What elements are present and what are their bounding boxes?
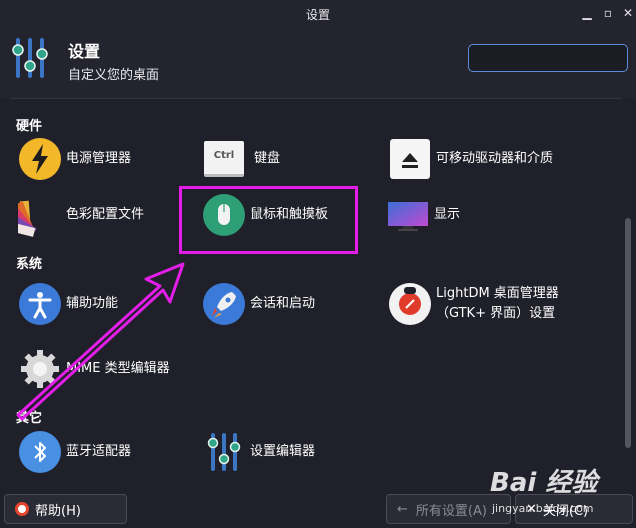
item-label: 设置编辑器 (250, 444, 316, 459)
item-label: 蓝牙适配器 (66, 444, 132, 459)
rocket-icon (202, 282, 246, 326)
item-settings-editor[interactable]: 设置编辑器 (202, 427, 315, 477)
close-button[interactable]: ✕ 关闭(C) (515, 494, 633, 524)
eject-icon (388, 137, 432, 181)
settings-sliders-icon (12, 38, 48, 78)
section-hardware: 硬件 (16, 119, 43, 134)
lightdm-icon (388, 282, 432, 326)
accessibility-icon (18, 282, 62, 326)
gear-icon (18, 347, 62, 391)
item-display[interactable]: 显示 (386, 190, 460, 240)
section-system: 系统 (16, 257, 43, 272)
item-power-manager[interactable]: 电源管理器 (18, 134, 131, 184)
item-label: 会话和启动 (250, 296, 316, 311)
page-title: 设置 (68, 42, 101, 61)
keyboard-key-label: Ctrl (213, 150, 235, 161)
search-input[interactable] (468, 44, 628, 72)
minimize-icon[interactable]: ▁ (578, 4, 596, 22)
maximize-icon[interactable]: ▫ (599, 4, 617, 22)
item-label: 显示 (434, 207, 461, 222)
item-label: MIME 类型编辑器 (66, 361, 170, 376)
item-label: 键盘 (254, 151, 281, 166)
help-button-label: 帮助(H) (35, 503, 81, 519)
item-accessibility[interactable]: 辅助功能 (18, 279, 118, 329)
item-label: 色彩配置文件 (66, 207, 145, 222)
bluetooth-icon (18, 430, 62, 474)
dialog-footer: 帮助(H) ← 所有设置(A) ✕ 关闭(C) (0, 489, 636, 528)
item-label: 辅助功能 (66, 296, 119, 311)
item-label: 电源管理器 (66, 151, 132, 166)
content-scrollbar[interactable] (624, 100, 632, 486)
color-palette-icon (10, 193, 62, 237)
settings-header: 设置 自定义您的桌面 (0, 28, 636, 98)
item-label: 可移动驱动器和介质 (436, 151, 554, 166)
window-title: 设置 (305, 8, 330, 22)
item-removable-drives[interactable]: 可移动驱动器和介质 (388, 134, 566, 184)
item-color-profiles[interactable]: 色彩配置文件 (10, 190, 145, 240)
highlight-box (179, 186, 358, 254)
keyboard-icon: Ctrl (202, 137, 246, 181)
item-mime-editor[interactable]: MIME 类型编辑器 (18, 344, 170, 394)
item-label: LightDM 桌面管理器（GTK+ 界面）设置 (436, 286, 559, 321)
settings-sliders-icon (202, 430, 246, 474)
close-icon[interactable]: ✕ (619, 4, 636, 22)
item-session-startup[interactable]: 会话和启动 (202, 279, 315, 329)
power-icon (18, 137, 62, 181)
help-button[interactable]: 帮助(H) (4, 494, 127, 524)
section-other: 其它 (16, 411, 43, 426)
back-arrow-icon: ← (397, 501, 408, 517)
item-lightdm-settings[interactable]: LightDM 桌面管理器（GTK+ 界面）设置 (388, 274, 566, 334)
scrollbar-thumb[interactable] (625, 218, 631, 448)
settings-content: 硬件 电源管理器 Ctrl 键盘 可移动驱动器和介质 色彩配置文件 鼠标和触摸板… (10, 98, 622, 489)
window-titlebar: 设置 ▁ ▫ ✕ (0, 0, 636, 28)
item-bluetooth[interactable]: 蓝牙适配器 (18, 427, 131, 477)
page-subtitle: 自定义您的桌面 (68, 68, 160, 83)
monitor-icon (386, 193, 430, 237)
all-settings-label: 所有设置(A) (415, 503, 487, 519)
help-icon (15, 502, 29, 516)
close-button-label: 关闭(C) (542, 503, 589, 519)
all-settings-button[interactable]: ← 所有设置(A) (386, 494, 511, 524)
close-x-icon: ✕ (526, 501, 537, 517)
item-keyboard[interactable]: Ctrl 键盘 (202, 134, 280, 184)
